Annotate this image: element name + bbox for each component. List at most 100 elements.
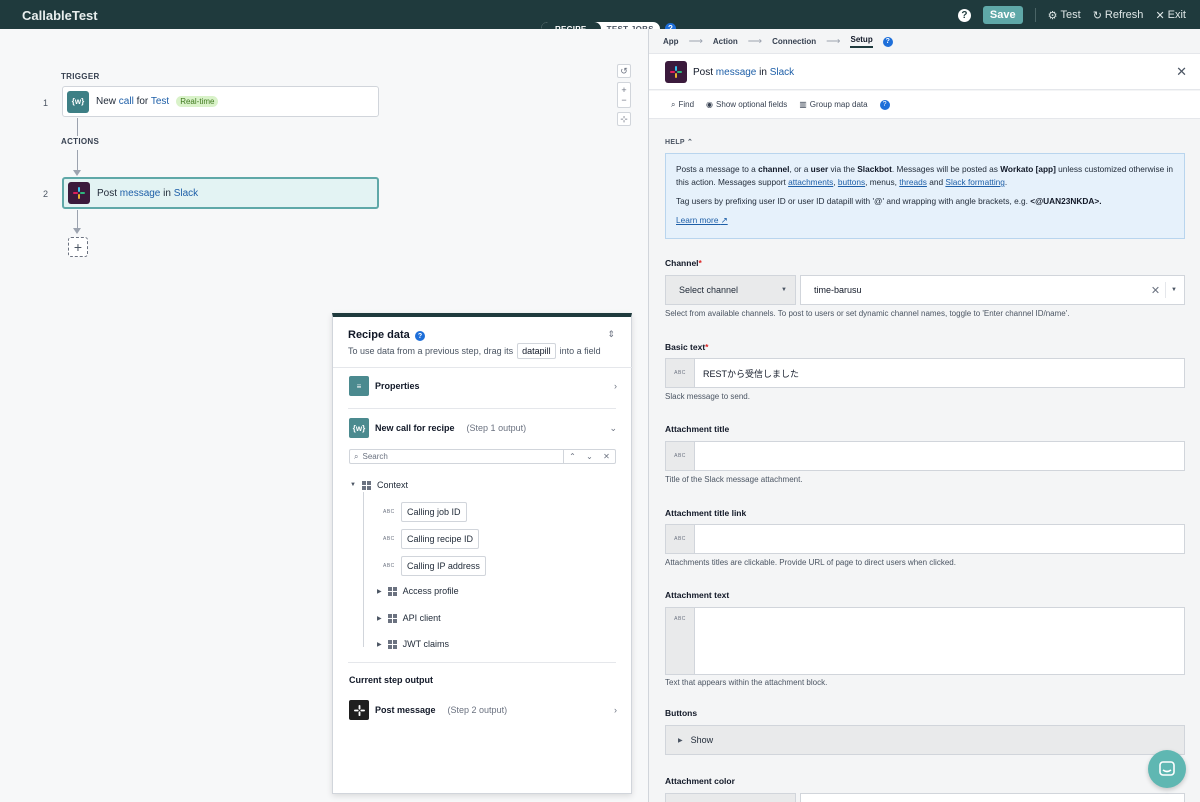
context-node[interactable]: ▼ Context <box>350 480 408 490</box>
zoom-in-icon[interactable]: + <box>621 85 626 95</box>
wizard-steps: App ⟶ Action ⟶ Connection ⟶ Setup ? <box>663 35 893 48</box>
caret-down-icon[interactable]: ▼ <box>1171 287 1177 293</box>
learn-more-link[interactable]: Learn more ↗ <box>676 215 728 225</box>
trigger-step[interactable]: {w} New call for Test Real-time <box>62 86 379 117</box>
channel-label: Channel* <box>665 258 702 268</box>
collapse-icon[interactable]: ⇕ <box>607 329 615 340</box>
properties-row[interactable]: ≡ Properties › <box>349 376 617 396</box>
datapill-sample: datapill <box>517 343 556 359</box>
channel-mode-select[interactable]: Select channel ▼ <box>665 275 796 305</box>
setup-toolbar: ⌕ Find ◉ Show optional fields ▥ Group map d… <box>649 91 1200 119</box>
action-step[interactable]: Post message in Slack <box>62 177 379 209</box>
list-icon: ≡ <box>349 376 369 396</box>
fit-screen-icon[interactable]: ⊹ <box>617 112 631 126</box>
divider <box>333 367 633 368</box>
add-step-button[interactable]: + <box>68 237 88 257</box>
attachment-color-input[interactable] <box>800 793 1185 802</box>
text-type-icon: ABC <box>666 359 695 387</box>
close-icon: ✕ <box>1155 9 1165 22</box>
attachment-color-mode-select[interactable] <box>665 793 796 802</box>
gear-icon: ⚙ <box>1047 9 1058 22</box>
chat-icon <box>1159 761 1175 776</box>
arrow-right-icon: ⟶ <box>688 36 703 47</box>
datapill-calling-job-id[interactable]: ABC Calling job ID <box>383 502 467 522</box>
divider <box>1034 8 1036 22</box>
datapill-search-input[interactable]: ⌕ Search ⌃ ⌄ ✕ <box>349 449 616 464</box>
test-label: Test <box>1060 9 1081 21</box>
object-icon <box>387 639 397 649</box>
group-map-data-button[interactable]: ▥ Group map data <box>799 100 867 109</box>
api-client-node[interactable]: ▶ API client <box>377 613 441 623</box>
datapill-calling-recipe-id[interactable]: ABC Calling recipe ID <box>383 529 480 549</box>
slack-formatting-link[interactable]: Slack formatting <box>945 177 1004 187</box>
datapill-calling-ip-address[interactable]: ABC Calling IP address <box>383 556 486 576</box>
refresh-button[interactable]: ↻ Refresh <box>1093 9 1144 22</box>
find-button[interactable]: ⌕ Find <box>671 100 694 110</box>
channel-select[interactable]: time-barusu ✕ ▼ <box>800 275 1185 305</box>
arrow-down-icon <box>73 170 81 176</box>
actions-label: ACTIONS <box>61 136 100 147</box>
reset-zoom-icon[interactable]: ↺ <box>617 64 631 78</box>
buttons-label: Buttons <box>665 708 698 718</box>
buttons-link[interactable]: buttons <box>838 177 865 187</box>
arrow-right-icon: ⟶ <box>747 36 763 47</box>
recipe-data-subtitle: To use data from a previous step, drag i… <box>348 343 601 359</box>
close-icon[interactable]: ✕ <box>1176 64 1187 80</box>
attachment-title-link-hint: Attachments titles are clickable. Provid… <box>665 558 956 567</box>
attachment-title-link-input[interactable]: ABC <box>665 524 1185 554</box>
recipe-data-panel: Recipe data ? ⇕ To use data from a previ… <box>332 313 633 794</box>
callable-recipe-icon: {w} <box>349 418 369 438</box>
slack-icon <box>665 61 687 83</box>
threads-link[interactable]: threads <box>899 177 927 187</box>
help-box: Posts a message to a channel, or a user … <box>665 153 1185 239</box>
basic-text-label: Basic text* <box>665 342 709 352</box>
close-icon[interactable]: ✕ <box>603 452 610 461</box>
exit-button[interactable]: ✕ Exit <box>1155 9 1186 22</box>
caret-down-icon: ▼ <box>781 287 787 293</box>
attachment-text-hint: Text that appears within the attachment … <box>665 678 828 687</box>
help-icon[interactable]: ? <box>882 36 893 47</box>
trigger-label: TRIGGER <box>61 72 100 81</box>
chevron-down-icon: ⌄ <box>609 422 617 433</box>
basic-text-input[interactable]: ABC RESTから受信しました <box>665 358 1185 388</box>
action-title: Post message in Slack <box>665 61 794 83</box>
chevron-up-icon[interactable]: ⌃ <box>569 452 576 461</box>
attachments-link[interactable]: attachments <box>788 177 833 187</box>
question-circle-icon[interactable]: ? <box>957 8 971 22</box>
help-icon[interactable]: ? <box>415 331 425 341</box>
refresh-icon: ↻ <box>1092 9 1102 22</box>
show-optional-fields-button[interactable]: ◉ Show optional fields <box>706 100 787 109</box>
slack-icon <box>349 700 369 720</box>
step1-output-row[interactable]: {w} New call for recipe (Step 1 output) … <box>349 418 617 438</box>
external-link-icon: ↗ <box>720 215 728 225</box>
attachment-title-hint: Title of the Slack message attachment. <box>665 475 803 484</box>
jwt-claims-node[interactable]: ▶ JWT claims <box>377 639 449 649</box>
zoom-out-icon[interactable]: − <box>621 95 626 105</box>
attachment-title-input[interactable]: ABC <box>665 441 1185 471</box>
text-type-icon: ABC <box>666 525 695 553</box>
save-button[interactable]: Save <box>982 6 1023 24</box>
search-icon: ⌕ <box>671 99 676 109</box>
wizard-step-setup[interactable]: Setup <box>850 35 873 48</box>
attachment-color-label: Attachment color <box>665 776 735 786</box>
test-button[interactable]: ⚙ Test <box>1048 9 1081 22</box>
clear-icon[interactable]: ✕ <box>1151 284 1160 297</box>
attachment-text-input[interactable]: ABC <box>665 607 1185 675</box>
step2-output-row[interactable]: Post message (Step 2 output) › <box>349 700 617 720</box>
connector <box>77 210 78 229</box>
setup-panel: App ⟶ Action ⟶ Connection ⟶ Setup ? Post… <box>648 29 1200 802</box>
step-number: 2 <box>43 189 49 199</box>
buttons-show-toggle[interactable]: ▶ Show <box>665 725 1185 755</box>
attachment-title-link-label: Attachment title link <box>665 508 747 518</box>
object-icon <box>361 480 371 490</box>
access-profile-node[interactable]: ▶ Access profile <box>377 586 459 596</box>
wizard-step-app[interactable]: App <box>663 37 679 46</box>
help-icon[interactable]: ? <box>879 99 890 110</box>
help-toggle[interactable]: HELP ⌃ <box>665 138 693 146</box>
tree-line <box>363 492 364 647</box>
arrow-down-icon <box>73 228 81 234</box>
chat-button[interactable] <box>1148 750 1186 788</box>
wizard-step-connection[interactable]: Connection <box>772 37 816 46</box>
wizard-step-action[interactable]: Action <box>713 37 738 46</box>
chevron-down-icon[interactable]: ⌄ <box>586 452 593 461</box>
